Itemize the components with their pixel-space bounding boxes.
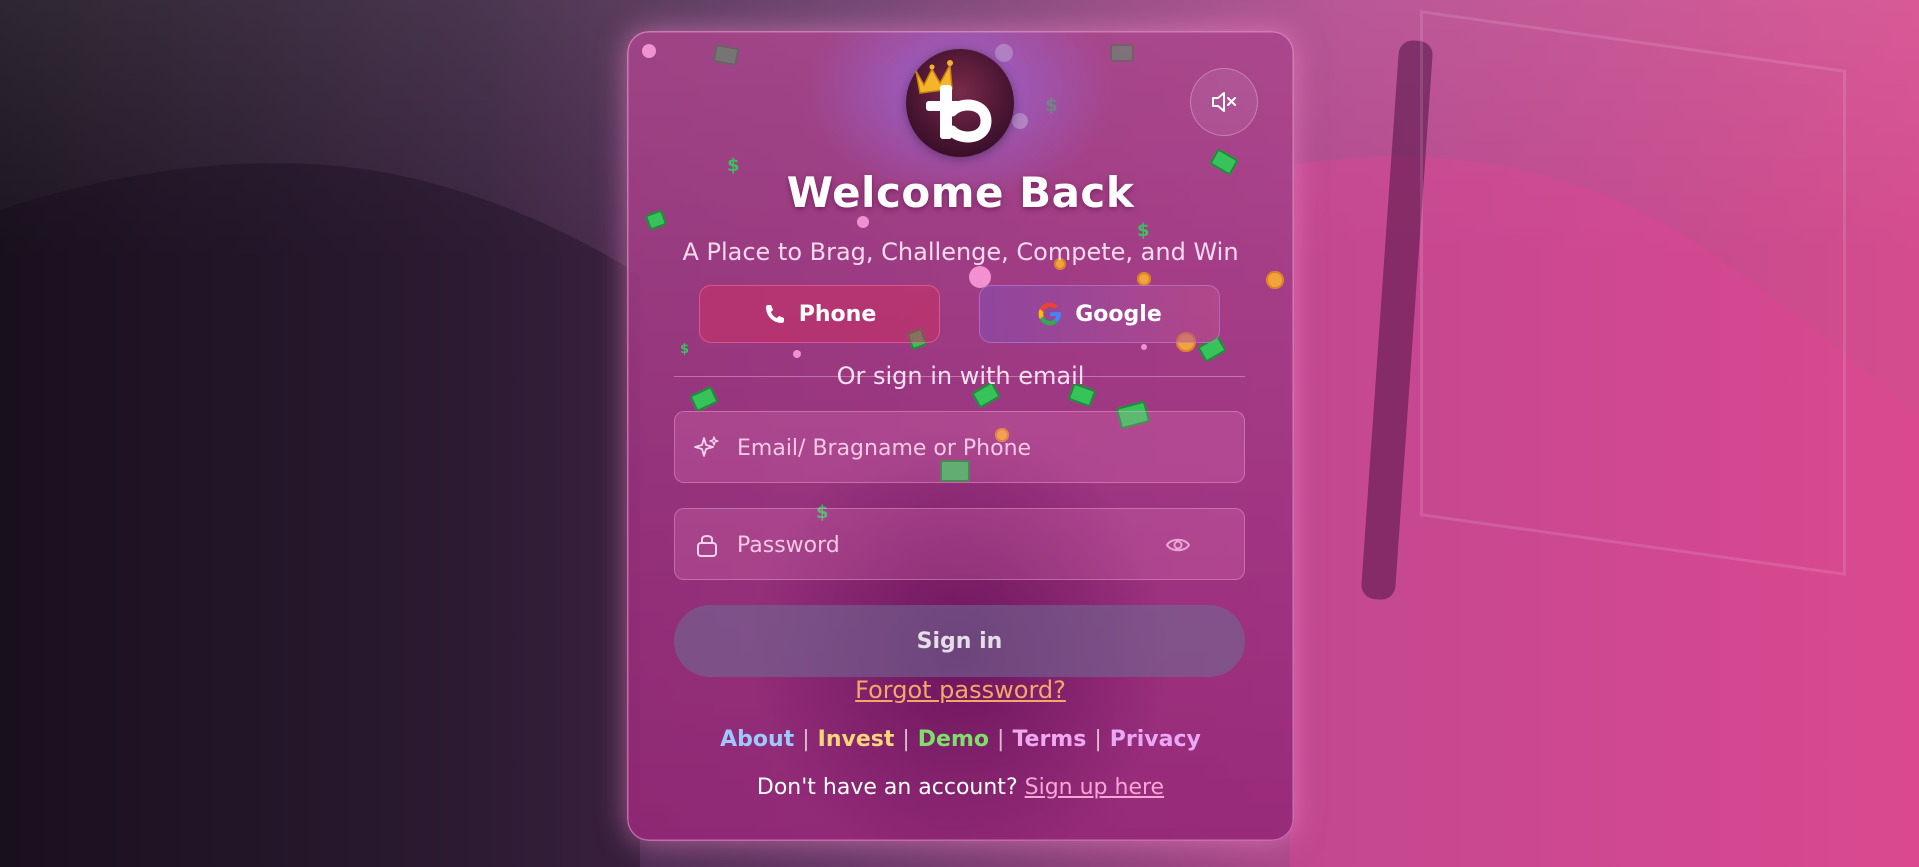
footer-link-terms[interactable]: Terms: [1012, 727, 1086, 752]
email-field-container: [674, 411, 1245, 484]
money-confetti: [1110, 44, 1134, 62]
footer-link-invest[interactable]: Invest: [818, 727, 895, 752]
email-input[interactable]: [735, 412, 1159, 484]
footer-links: About | Invest | Demo | Terms | Privacy: [627, 727, 1294, 752]
forgot-password-container: Forgot password?: [627, 676, 1294, 704]
confetti-dot: [1012, 113, 1028, 129]
page-subtitle: A Place to Brag, Challenge, Compete, and…: [682, 238, 1239, 266]
footer-link-privacy[interactable]: Privacy: [1110, 727, 1201, 752]
dollar-confetti: $: [1045, 95, 1058, 116]
money-confetti: [712, 44, 740, 66]
link-separator: |: [902, 727, 910, 752]
mute-toggle-button[interactable]: [1190, 68, 1258, 136]
coin-confetti: [1266, 271, 1284, 289]
dollar-confetti: $: [680, 342, 690, 357]
footer-link-demo[interactable]: Demo: [918, 727, 989, 752]
signup-link[interactable]: Sign up here: [1025, 775, 1164, 800]
link-separator: |: [802, 727, 810, 752]
lock-icon: [697, 535, 717, 557]
email-divider-text: Or sign in with email: [836, 362, 1085, 390]
google-signin-button[interactable]: Google: [979, 285, 1220, 343]
forgot-password-link[interactable]: Forgot password?: [855, 676, 1066, 704]
brand-logo: [906, 49, 1014, 157]
sign-in-button[interactable]: Sign in: [674, 605, 1245, 677]
sparkle-icon: [694, 436, 719, 457]
signup-prompt: Don't have an account? Sign up here: [627, 775, 1294, 800]
password-field-container: [674, 508, 1245, 581]
signup-prompt-text: Don't have an account?: [756, 775, 1018, 800]
coin-confetti: [1137, 272, 1151, 286]
page-title: Welcome Back: [786, 168, 1135, 217]
confetti-dot: [857, 216, 869, 228]
crowned-b-logo-icon: [915, 60, 992, 143]
footer-link-about[interactable]: About: [720, 727, 794, 752]
password-input[interactable]: [735, 509, 1159, 581]
background-pole: [1360, 39, 1434, 601]
confetti-dot: [1141, 344, 1147, 350]
background-window: [1420, 10, 1846, 576]
phone-signin-label: Phone: [798, 301, 877, 327]
link-separator: |: [997, 727, 1005, 752]
eye-icon[interactable]: [1164, 531, 1192, 559]
link-separator: |: [1094, 727, 1102, 752]
speaker-muted-icon: [1212, 92, 1236, 112]
google-g-icon: [1038, 302, 1062, 326]
confetti-dot: [642, 44, 656, 58]
google-signin-label: Google: [1075, 301, 1162, 327]
phone-signin-button[interactable]: Phone: [699, 285, 940, 343]
phone-icon: [765, 305, 784, 323]
confetti-dot: [793, 350, 801, 358]
